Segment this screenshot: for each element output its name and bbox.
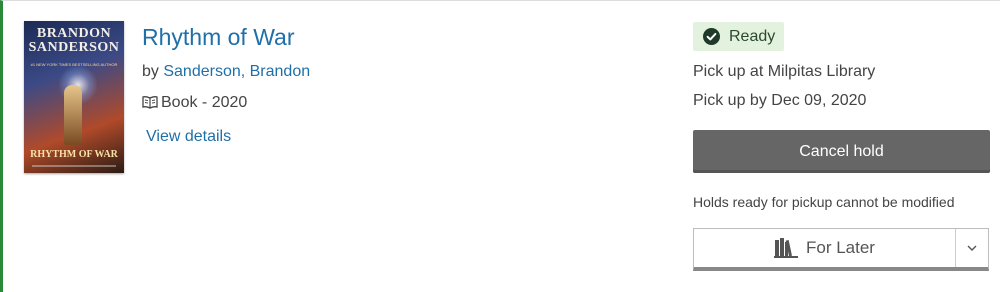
pickup-location: Pick up at Milpitas Library	[693, 63, 876, 80]
hold-item-card: BRANDON SANDERSON #1 NEW YORK TIMES BEST…	[0, 0, 1000, 292]
by-prefix: by	[142, 63, 164, 80]
holds-note: Holds ready for pickup cannot be modifie…	[693, 194, 955, 210]
status-badge: Ready	[693, 22, 784, 51]
book-title-link[interactable]: Rhythm of War	[142, 23, 295, 51]
format-text: Book - 2020	[161, 94, 248, 111]
for-later-label: For Later	[806, 238, 875, 257]
shelf-selector: For Later	[693, 228, 989, 271]
byline: by Sanderson, Brandon	[142, 62, 310, 82]
view-details-link[interactable]: View details	[146, 127, 231, 147]
chevron-down-icon	[967, 245, 977, 251]
author-link[interactable]: Sanderson, Brandon	[163, 63, 310, 80]
cover-title-text: RHYTHM OF WAR	[30, 149, 118, 160]
cover-author-text: BRANDON SANDERSON	[28, 26, 120, 55]
cover-footer-line	[32, 165, 116, 167]
shelf-dropdown-toggle[interactable]	[955, 229, 988, 267]
shelf-books-icon	[774, 238, 798, 258]
pickup-deadline: Pick up by Dec 09, 2020	[693, 92, 867, 109]
book-icon	[142, 95, 158, 115]
check-circle-icon	[703, 28, 720, 45]
format-line: Book - 2020	[142, 93, 247, 115]
for-later-button[interactable]: For Later	[694, 229, 955, 267]
cancel-hold-button[interactable]: Cancel hold	[693, 130, 990, 173]
cover-figure	[64, 85, 82, 145]
status-label: Ready	[729, 27, 776, 45]
book-cover-image[interactable]: BRANDON SANDERSON #1 NEW YORK TIMES BEST…	[24, 21, 124, 173]
